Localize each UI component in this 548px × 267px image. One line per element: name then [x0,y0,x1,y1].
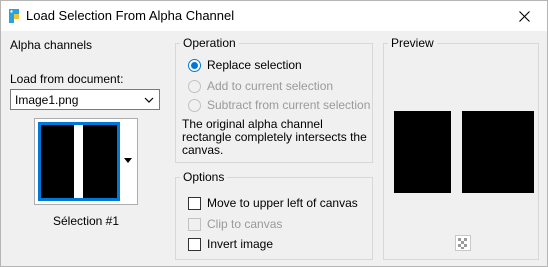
alpha-channel-picker[interactable] [34,118,138,205]
preview-title: Preview [388,36,437,50]
radio-indicator [188,98,201,112]
radio-label: Replace selection [207,58,302,72]
alpha-channels-title: Alpha channels [10,38,93,52]
radio-indicator [188,79,201,93]
checkbox-label: Clip to canvas [207,217,283,231]
radio-add-selection[interactable]: Add to current selection [188,79,333,93]
checkbox-indicator [188,217,201,231]
selection-caption: Sélection #1 [52,214,120,228]
radio-replace-selection[interactable]: Replace selection [188,58,302,72]
checkbox-move-upper-left[interactable]: Move to upper left of canvas [188,196,358,210]
title-bar: Load Selection From Alpha Channel [1,1,547,31]
preview-left-block [394,111,451,193]
window-title: Load Selection From Alpha Channel [26,8,235,23]
radio-label: Subtract from current selection [207,98,371,112]
checkerboard-icon[interactable] [455,235,471,251]
document-select-value: Image1.png [15,93,79,107]
preview-right-block [462,111,534,193]
checkbox-indicator [188,196,201,210]
radio-label: Add to current selection [207,79,334,93]
dropdown-arrow-icon[interactable] [124,158,132,163]
operation-title: Operation [180,36,239,50]
radio-indicator [188,58,201,72]
load-from-document-label: Load from document: [10,72,124,86]
thumbnail-stripe [74,125,83,198]
radio-subtract-selection[interactable]: Subtract from current selection [188,98,370,112]
close-icon [518,10,530,22]
checkbox-label: Move to upper left of canvas [207,196,358,210]
document-select[interactable]: Image1.png [10,89,160,110]
dialog-window: Load Selection From Alpha Channel Alpha … [0,0,548,267]
alpha-channel-thumbnail [38,122,120,201]
close-button[interactable] [501,1,547,31]
checkbox-clip-to-canvas[interactable]: Clip to canvas [188,217,282,231]
operation-description: The original alpha channel rectangle com… [182,117,367,157]
checkbox-indicator [188,237,201,251]
checkbox-label: Invert image [207,237,274,251]
options-title: Options [180,170,228,184]
checkbox-invert-image[interactable]: Invert image [188,237,273,251]
app-icon [9,9,19,23]
chevron-down-icon [144,97,154,103]
